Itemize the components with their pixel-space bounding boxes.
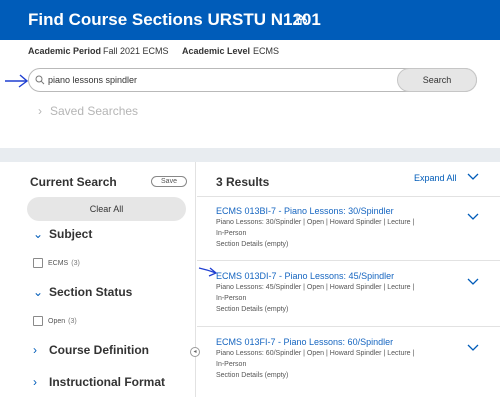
option-count: (3) [68,317,77,325]
chevron-down-icon[interactable] [467,275,479,287]
result-delivery: In-Person [216,295,247,302]
chevron-down-icon[interactable] [467,341,479,353]
chevron-down-icon: ⌄ [33,227,44,241]
results-count: 3 Results [216,175,270,189]
page-header: Find Course Sections URSTU N1201 [0,0,500,40]
chevron-right-icon: › [33,343,37,357]
chevron-down-icon: ⌄ [33,285,44,299]
result-details: Section Details (empty) [216,306,289,313]
facet-subject-label: Subject [49,227,93,241]
save-search-button[interactable]: Save [151,176,187,187]
saved-searches-toggle[interactable]: › Saved Searches [38,104,138,118]
search-button[interactable]: Search [397,68,477,92]
search-input[interactable] [48,72,388,88]
result-delivery: In-Person [216,230,247,237]
facet-section-status-option[interactable]: Open (3) [33,316,77,326]
facet-section-status[interactable]: ⌄ Section Status [33,285,132,299]
option-label: ECMS [48,259,69,267]
result-title-link[interactable]: ECMS 013FI-7 - Piano Lessons: 60/Spindle… [216,337,393,347]
facet-section-status-label: Section Status [49,285,133,299]
divider [197,196,500,197]
academic-period-label: Academic Period [28,46,102,56]
result-info: Piano Lessons: 30/Spindler | Open | Howa… [216,219,415,226]
result-delivery: In-Person [216,361,247,368]
facet-instructional-format-label: Instructional Format [49,375,166,389]
result-details: Section Details (empty) [216,372,289,379]
checkbox[interactable] [33,258,43,268]
chevron-right-icon: › [33,375,37,389]
result-details: Section Details (empty) [216,241,289,248]
current-search-heading: Current Search [30,175,117,189]
related-actions-icon[interactable] [294,13,308,27]
academic-level-label: Academic Level [182,46,251,56]
result-title-link[interactable]: ECMS 013BI-7 - Piano Lessons: 30/Spindle… [216,206,394,216]
clear-all-button[interactable]: Clear All [27,197,186,221]
chevron-down-icon[interactable] [467,210,479,222]
option-label: Open [48,317,66,325]
section-divider-band [0,148,500,162]
chevron-right-icon: › [38,104,42,118]
academic-period-value: Fall 2021 ECMS [103,46,169,56]
result-title-link[interactable]: ECMS 013DI-7 - Piano Lessons: 45/Spindle… [216,271,394,281]
result-info: Piano Lessons: 60/Spindler | Open | Howa… [216,350,415,357]
saved-searches-label: Saved Searches [50,104,139,118]
hand-drawn-arrow-icon [198,267,218,277]
divider [197,326,500,327]
academic-level-value: ECMS [253,46,280,56]
result-info: Piano Lessons: 45/Spindler | Open | Howa… [216,284,415,291]
facet-course-definition-label: Course Definition [49,343,150,357]
facet-course-definition[interactable]: › Course Definition [33,343,149,357]
option-count: (3) [71,259,80,267]
facet-subject[interactable]: ⌄ Subject [33,227,92,241]
facet-instructional-format[interactable]: › Instructional Format [33,375,165,389]
facet-subject-option[interactable]: ECMS (3) [33,258,80,268]
search-icon [35,75,45,85]
expand-all-link[interactable]: Expand All [414,173,457,183]
divider [197,260,500,261]
chevron-down-icon[interactable] [467,170,479,182]
page-title: Find Course Sections URSTU N1201 [28,10,321,29]
hand-drawn-arrow-icon [5,74,28,88]
checkbox[interactable] [33,316,43,326]
search-bar: Search [28,68,477,92]
